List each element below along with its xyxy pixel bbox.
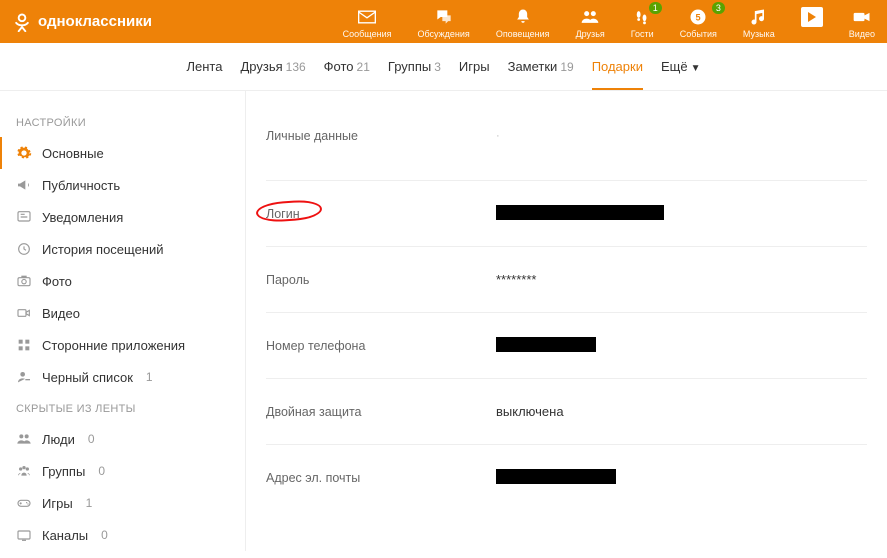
camera-icon <box>16 273 32 289</box>
sidebar-item-label: Люди <box>42 432 75 447</box>
sidebar-item-label: История посещений <box>42 242 164 257</box>
notify-icon <box>16 209 32 225</box>
gear-icon <box>16 145 32 161</box>
sidebar-item-label: Игры <box>42 496 73 511</box>
gamepad-icon <box>16 495 32 511</box>
envelope-icon <box>357 7 377 27</box>
tab-notes[interactable]: Заметки19 <box>508 45 574 89</box>
friends-icon <box>580 7 600 27</box>
sidebar-item-people[interactable]: Люди 0 <box>0 423 245 455</box>
header-bar: одноклассники Сообщения Обсуждения Опове… <box>0 0 887 43</box>
music-note-icon <box>749 7 769 27</box>
tab-more[interactable]: Ещё▼ <box>661 45 701 89</box>
sidebar-item-label: Каналы <box>42 528 88 543</box>
sidebar-item-label: Уведомления <box>42 210 123 225</box>
tab-games[interactable]: Игры <box>459 45 490 89</box>
row-email[interactable]: Адрес эл. почты <box>266 445 867 511</box>
row-label: Номер телефона <box>266 339 496 353</box>
nav-guests[interactable]: 1 Гости <box>631 0 654 43</box>
sidebar-item-groups[interactable]: Группы 0 <box>0 455 245 487</box>
nav-friends[interactable]: Друзья <box>576 0 605 43</box>
row-value <box>496 205 664 223</box>
sidebar-item-games[interactable]: Игры 1 <box>0 487 245 519</box>
tab-friends[interactable]: Друзья136 <box>240 45 305 89</box>
events-badge: 3 <box>712 2 725 14</box>
brand-text: одноклассники <box>38 13 152 30</box>
guests-badge: 1 <box>649 2 662 14</box>
history-icon <box>16 241 32 257</box>
redacted-value <box>496 337 596 352</box>
sidebar-item-photo[interactable]: Фото <box>0 265 245 297</box>
sidebar-item-publicity[interactable]: Публичность <box>0 169 245 201</box>
logo[interactable]: одноклассники <box>12 12 152 32</box>
nav-notifications[interactable]: Оповещения <box>496 0 550 43</box>
sidebar-item-label: Видео <box>42 306 80 321</box>
row-2fa[interactable]: Двойная защита выключена <box>266 379 867 445</box>
sidebar-item-main[interactable]: Основные <box>0 137 245 169</box>
groups-icon <box>16 463 32 479</box>
bell-icon <box>513 7 533 27</box>
sidebar-item-label: Публичность <box>42 178 120 193</box>
sidebar-item-blacklist[interactable]: Черный список 1 <box>0 361 245 393</box>
nav-messages[interactable]: Сообщения <box>343 0 392 43</box>
tab-photo[interactable]: Фото21 <box>324 45 370 89</box>
video-camera-icon <box>852 7 872 27</box>
row-value: · <box>496 130 500 142</box>
play-icon <box>801 7 823 27</box>
sidebar-title-hidden: СКРЫТЫЕ ИЗ ЛЕНТЫ <box>0 393 245 423</box>
tv-icon <box>16 527 32 543</box>
sidebar-item-channels[interactable]: Каналы 0 <box>0 519 245 551</box>
row-personal[interactable]: Личные данные · <box>266 91 867 181</box>
row-password[interactable]: Пароль ******** <box>266 247 867 313</box>
ok-logo-icon <box>12 12 32 32</box>
settings-sidebar: НАСТРОЙКИ Основные Публичность Уведомлен… <box>0 91 246 551</box>
sidebar-item-label: Фото <box>42 274 72 289</box>
profile-tabs: Лента Друзья136 Фото21 Группы3 Игры Заме… <box>0 43 887 91</box>
chevron-down-icon: ▼ <box>691 63 701 74</box>
row-label: Пароль <box>266 273 496 287</box>
row-value: ******** <box>496 272 536 287</box>
sidebar-item-video[interactable]: Видео <box>0 297 245 329</box>
row-label: Логин <box>266 207 496 221</box>
people-icon <box>16 431 32 447</box>
row-value: выключена <box>496 404 564 419</box>
sidebar-item-apps[interactable]: Сторонние приложения <box>0 329 245 361</box>
tab-gifts[interactable]: Подарки <box>592 45 643 89</box>
sidebar-item-history[interactable]: История посещений <box>0 233 245 265</box>
row-label: Личные данные <box>266 129 496 143</box>
row-value <box>496 337 596 355</box>
header-nav: Сообщения Обсуждения Оповещения Друзья 1… <box>343 0 875 43</box>
chat-bubbles-icon <box>434 7 454 27</box>
redacted-value <box>496 469 616 484</box>
sidebar-item-notifications[interactable]: Уведомления <box>0 201 245 233</box>
apps-icon <box>16 337 32 353</box>
nav-play[interactable] <box>801 0 823 43</box>
tab-groups[interactable]: Группы3 <box>388 45 441 89</box>
row-label: Адрес эл. почты <box>266 471 496 485</box>
redacted-value <box>496 205 664 220</box>
tab-feed[interactable]: Лента <box>186 45 222 89</box>
sidebar-title-settings: НАСТРОЙКИ <box>0 107 245 137</box>
nav-video[interactable]: Видео <box>849 0 875 43</box>
settings-main: Личные данные · Логин Пароль ******** Но… <box>246 91 887 551</box>
sidebar-item-label: Черный список <box>42 370 133 385</box>
sidebar-item-label: Основные <box>42 146 104 161</box>
sidebar-item-label: Сторонние приложения <box>42 338 185 353</box>
row-phone[interactable]: Номер телефона <box>266 313 867 379</box>
content: НАСТРОЙКИ Основные Публичность Уведомлен… <box>0 91 887 551</box>
row-value <box>496 469 616 487</box>
row-login[interactable]: Логин <box>266 181 867 247</box>
svg-text:5: 5 <box>696 12 701 22</box>
megaphone-icon <box>16 177 32 193</box>
nav-events[interactable]: 3 5 События <box>680 0 717 43</box>
video-icon <box>16 305 32 321</box>
block-user-icon <box>16 369 32 385</box>
five-badge-icon: 5 <box>688 7 708 27</box>
nav-music[interactable]: Музыка <box>743 0 775 43</box>
nav-discussions[interactable]: Обсуждения <box>418 0 470 43</box>
row-label: Двойная защита <box>266 405 496 419</box>
sidebar-item-label: Группы <box>42 464 85 479</box>
